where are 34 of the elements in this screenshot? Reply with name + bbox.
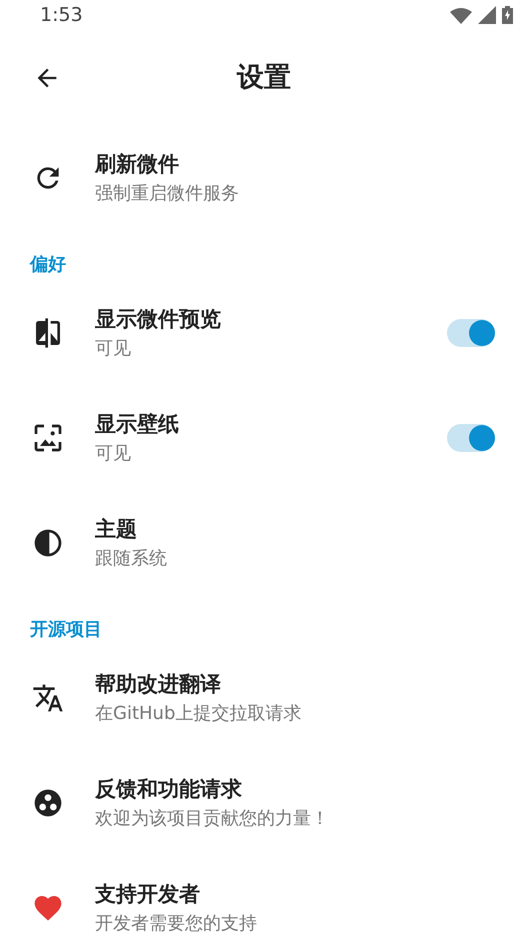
- section-header: 开源项目: [30, 618, 102, 642]
- row-title: 反馈和功能请求: [95, 776, 243, 802]
- wallpaper-icon: [32, 422, 64, 454]
- row-subtitle: 可见: [95, 336, 132, 360]
- settings-row[interactable]: 显示微件预览 可见: [0, 280, 531, 385]
- settings-row[interactable]: 反馈和功能请求 欢迎为该项目贡献您的力量！: [0, 750, 531, 855]
- translate-icon: [32, 682, 64, 714]
- row-title: 显示微件预览: [95, 306, 222, 332]
- settings-row[interactable]: 帮助改进翻译 在GitHub上提交拉取请求: [0, 645, 531, 750]
- contrast-icon: [32, 526, 64, 558]
- signal-icon: [478, 6, 496, 24]
- settings-row[interactable]: 显示壁纸 可见: [0, 385, 531, 490]
- row-title: 刷新微件: [95, 150, 180, 178]
- row-subtitle: 开发者需要您的支持: [95, 912, 258, 936]
- row-title: 主题: [95, 516, 138, 542]
- row-subtitle: 可见: [95, 442, 132, 466]
- battery-icon: [502, 6, 513, 24]
- toggle-switch[interactable]: [447, 318, 495, 346]
- settings-row[interactable]: 刷新微件 强制重启微件服务: [0, 125, 531, 230]
- row-title: 支持开发者: [95, 880, 201, 908]
- feedback-icon: [32, 786, 64, 818]
- row-subtitle: 欢迎为该项目贡献您的力量！: [95, 806, 330, 830]
- row-title: 帮助改进翻译: [95, 670, 222, 698]
- row-subtitle: 在GitHub上提交拉取请求: [95, 702, 302, 726]
- row-subtitle: 跟随系统: [95, 546, 168, 570]
- row-subtitle: 强制重启微件服务: [95, 182, 240, 206]
- section-header: 偏好: [30, 253, 66, 277]
- row-title: 显示壁纸: [95, 410, 180, 438]
- screen-title: 设置: [237, 61, 291, 95]
- settings-row[interactable]: 支持开发者 开发者需要您的支持: [0, 855, 531, 945]
- status-time: 1:53: [40, 2, 83, 28]
- settings-row[interactable]: 主题 跟随系统: [0, 490, 531, 595]
- toggle-switch[interactable]: [447, 424, 495, 452]
- wifi-icon: [450, 6, 472, 24]
